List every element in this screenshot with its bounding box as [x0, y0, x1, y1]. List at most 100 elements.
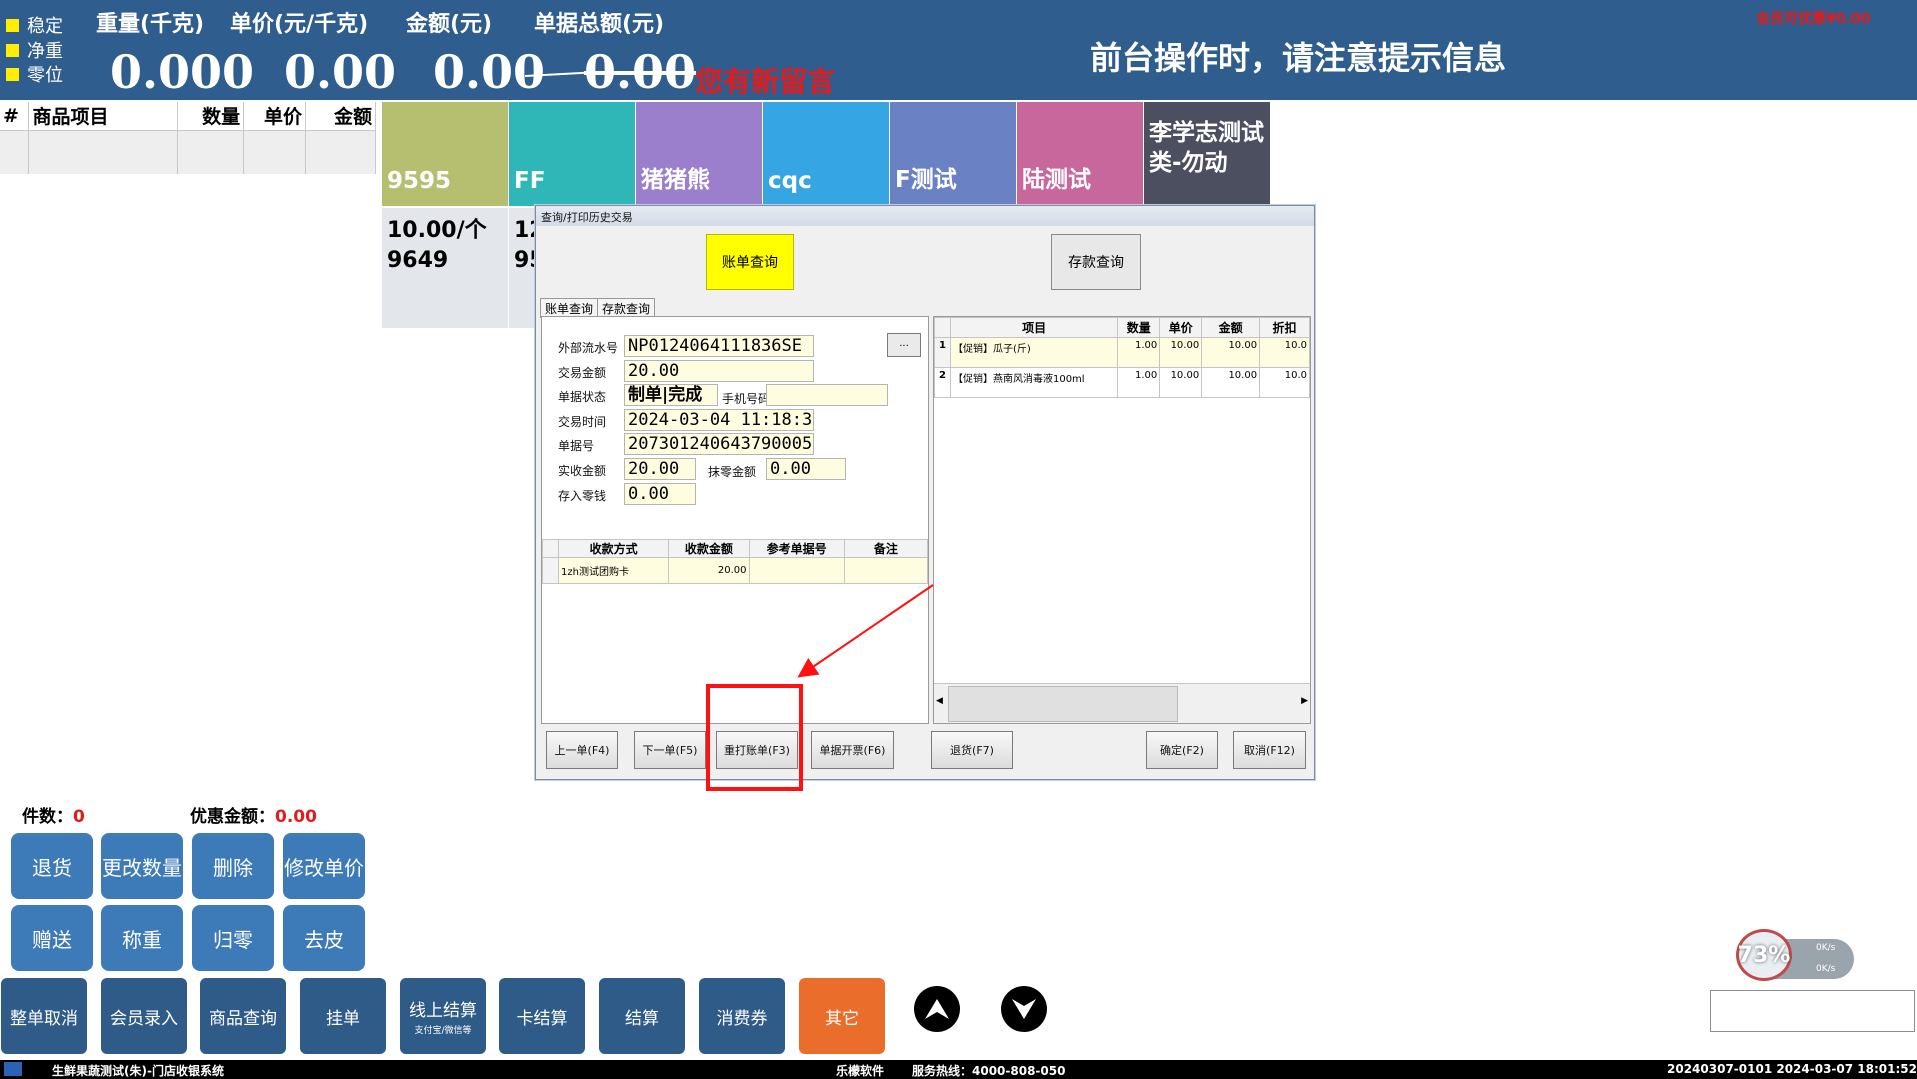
col-item: 项目: [949, 317, 1119, 338]
status-bar: 生鲜果蔬测试(朱)-门店收银系统 乐檬软件 服务热线：4000-808-050 …: [0, 1060, 1917, 1079]
items-pane: 项目 数量 单价 金额 折扣 1 【促销】瓜子(斤) 1.00 10.00 10…: [933, 316, 1311, 724]
amount-label: 交易金额: [558, 366, 607, 380]
coupon-button[interactable]: 消费券: [699, 978, 785, 1054]
col-discount: 折扣: [1259, 317, 1310, 338]
tab-deposit-query[interactable]: 存款查询: [597, 298, 656, 318]
input-box[interactable]: [1710, 990, 1915, 1032]
discount-amount: 优惠金额：0.00: [190, 807, 317, 827]
time-field[interactable]: 2024-03-04 11:18:36: [624, 409, 814, 431]
item-count: 件数：0: [22, 807, 85, 827]
scroll-right-icon[interactable]: ▶: [1301, 696, 1308, 706]
tab-bill-query[interactable]: 账单查询: [540, 298, 599, 318]
col-remark: 备注: [843, 539, 929, 558]
category-tile[interactable]: cqc: [763, 102, 889, 206]
rounding-field[interactable]: 0.00: [766, 458, 846, 480]
browse-button[interactable]: ...: [887, 333, 921, 357]
category-tile[interactable]: F测试: [890, 102, 1016, 206]
table-row[interactable]: 2 【促销】燕南风消毒液100ml 1.00 10.00 10.00 10.0: [934, 367, 1310, 398]
payment-table-header: 收款方式 收款金额 参考单据号 备注: [541, 539, 929, 558]
amount-field[interactable]: 20.00: [624, 360, 814, 382]
category-tile[interactable]: 陆测试: [1017, 102, 1143, 206]
col-price: 单价: [1159, 317, 1203, 338]
hold-order-button[interactable]: 挂单: [300, 978, 386, 1054]
scroll-left-icon[interactable]: ◀: [936, 696, 943, 706]
table-row[interactable]: 1 【促销】瓜子(斤) 1.00 10.00 10.00 10.0: [934, 337, 1310, 368]
card-pay-button[interactable]: 卡结算: [499, 978, 585, 1054]
highlight-box: [706, 684, 803, 791]
download-speed: 0K/s: [1816, 964, 1836, 974]
status-field[interactable]: 制单|完成: [624, 384, 718, 406]
category-tile[interactable]: 李学志测试 类-勿动: [1144, 102, 1270, 206]
app-title: 生鲜果蔬测试(朱)-门店收银系统: [52, 1064, 224, 1078]
cancel-order-button[interactable]: 整单取消: [1, 978, 87, 1054]
network-speed-widget[interactable]: 0K/s 0K/s 73%: [1736, 925, 1854, 981]
received-field[interactable]: 20.00: [624, 458, 696, 480]
received-label: 实收金额: [558, 464, 607, 478]
product-code: 9649: [387, 248, 449, 273]
external-serial-label: 外部流水号: [558, 341, 619, 355]
time-label: 交易时间: [558, 415, 607, 429]
dialog-tabs: 账单查询 存款查询: [540, 298, 656, 318]
return-goods-button[interactable]: 退货: [11, 833, 93, 899]
bill-no-label: 单据号: [558, 439, 595, 453]
weigh-button[interactable]: 称重: [101, 905, 183, 971]
col-qty: 数量: [177, 102, 245, 131]
change-qty-button[interactable]: 更改数量: [101, 833, 183, 899]
order-table: # 商品项目 数量 单价 金额: [0, 102, 376, 174]
zero-button[interactable]: 归零: [192, 905, 274, 971]
product-card[interactable]: 10.00/个 9649: [382, 208, 508, 328]
col-qty: 数量: [1117, 317, 1161, 338]
member-discount: 会员可优惠¥0.00: [1756, 11, 1871, 27]
return-button[interactable]: 退货(F7): [931, 731, 1013, 769]
order-table-header: # 商品项目 数量 单价 金额: [0, 102, 376, 131]
session-info: 20240307-0101 2024-03-07 18:01:52: [1667, 1062, 1917, 1076]
member-entry-button[interactable]: 会员录入: [101, 978, 187, 1054]
notice-text: 前台操作时，请注意提示信息: [1090, 39, 1507, 77]
next-bill-button[interactable]: 下一单(F5): [634, 731, 706, 769]
checkout-button[interactable]: 结算: [599, 978, 685, 1054]
items-table-header: 项目 数量 单价 金额 折扣: [934, 317, 1310, 338]
arrow-up-icon[interactable]: [914, 986, 960, 1032]
payment-table: 收款方式 收款金额 参考单据号 备注 1zh测试团购卡 20.00: [541, 539, 929, 584]
col-item: 商品项目: [28, 102, 179, 131]
change-field[interactable]: 0.00: [624, 483, 696, 505]
other-button[interactable]: 其它: [799, 978, 885, 1054]
product-search-button[interactable]: 商品查询: [200, 978, 286, 1054]
external-serial-field[interactable]: NP0124064111836SE: [624, 335, 814, 357]
vendor-name: 乐檬软件: [836, 1064, 885, 1078]
strike-line: [524, 71, 601, 77]
gift-button[interactable]: 赠送: [11, 905, 93, 971]
delete-button[interactable]: 删除: [192, 833, 274, 899]
col-pay-method: 收款方式: [558, 539, 670, 558]
bill-query-button[interactable]: 账单查询: [706, 234, 794, 290]
cancel-button[interactable]: 取消(F12): [1233, 731, 1306, 769]
hotline: 服务热线：4000-808-050: [912, 1064, 1066, 1078]
col-amount: 金额: [1201, 317, 1261, 338]
tare-button[interactable]: 去皮: [283, 905, 365, 971]
scroll-thumb[interactable]: [948, 686, 1178, 722]
deposit-query-button[interactable]: 存款查询: [1051, 234, 1141, 290]
bill-no-field[interactable]: 207301240643790005: [624, 433, 814, 455]
category-tile[interactable]: FF: [509, 102, 635, 206]
edit-price-button[interactable]: 修改单价: [283, 833, 365, 899]
rounding-label: 抹零金额: [708, 465, 757, 479]
category-tile[interactable]: 9595: [382, 102, 508, 206]
table-row[interactable]: [0, 130, 376, 174]
history-dialog: 查询/打印历史交易 账单查询 存款查询 账单查询 存款查询 外部流水号 NP01…: [535, 205, 1315, 780]
category-tile[interactable]: 猪猪熊: [636, 102, 762, 206]
ok-button[interactable]: 确定(F2): [1146, 731, 1218, 769]
horizontal-scrollbar[interactable]: ◀ ▶: [934, 683, 1310, 723]
bill-detail-pane: 外部流水号 NP0124064111836SE ... 交易金额 20.00 单…: [541, 316, 929, 724]
phone-label: 手机号码: [722, 392, 771, 406]
table-row[interactable]: 1zh测试团购卡 20.00: [541, 557, 929, 584]
new-message-alert[interactable]: 您有新留言: [695, 60, 835, 100]
phone-field[interactable]: [766, 384, 888, 406]
arrow-down-icon[interactable]: [1001, 986, 1047, 1032]
col-ref-no: 参考单据号: [748, 539, 845, 558]
col-amount: 金额: [305, 102, 376, 131]
invoice-button[interactable]: 单据开票(F6): [811, 731, 894, 769]
prev-bill-button[interactable]: 上一单(F4): [546, 731, 618, 769]
online-pay-button[interactable]: 线上结算 支付宝/微信等: [400, 978, 486, 1054]
app-logo-icon: [4, 1062, 22, 1076]
col-price: 单价: [243, 102, 307, 131]
